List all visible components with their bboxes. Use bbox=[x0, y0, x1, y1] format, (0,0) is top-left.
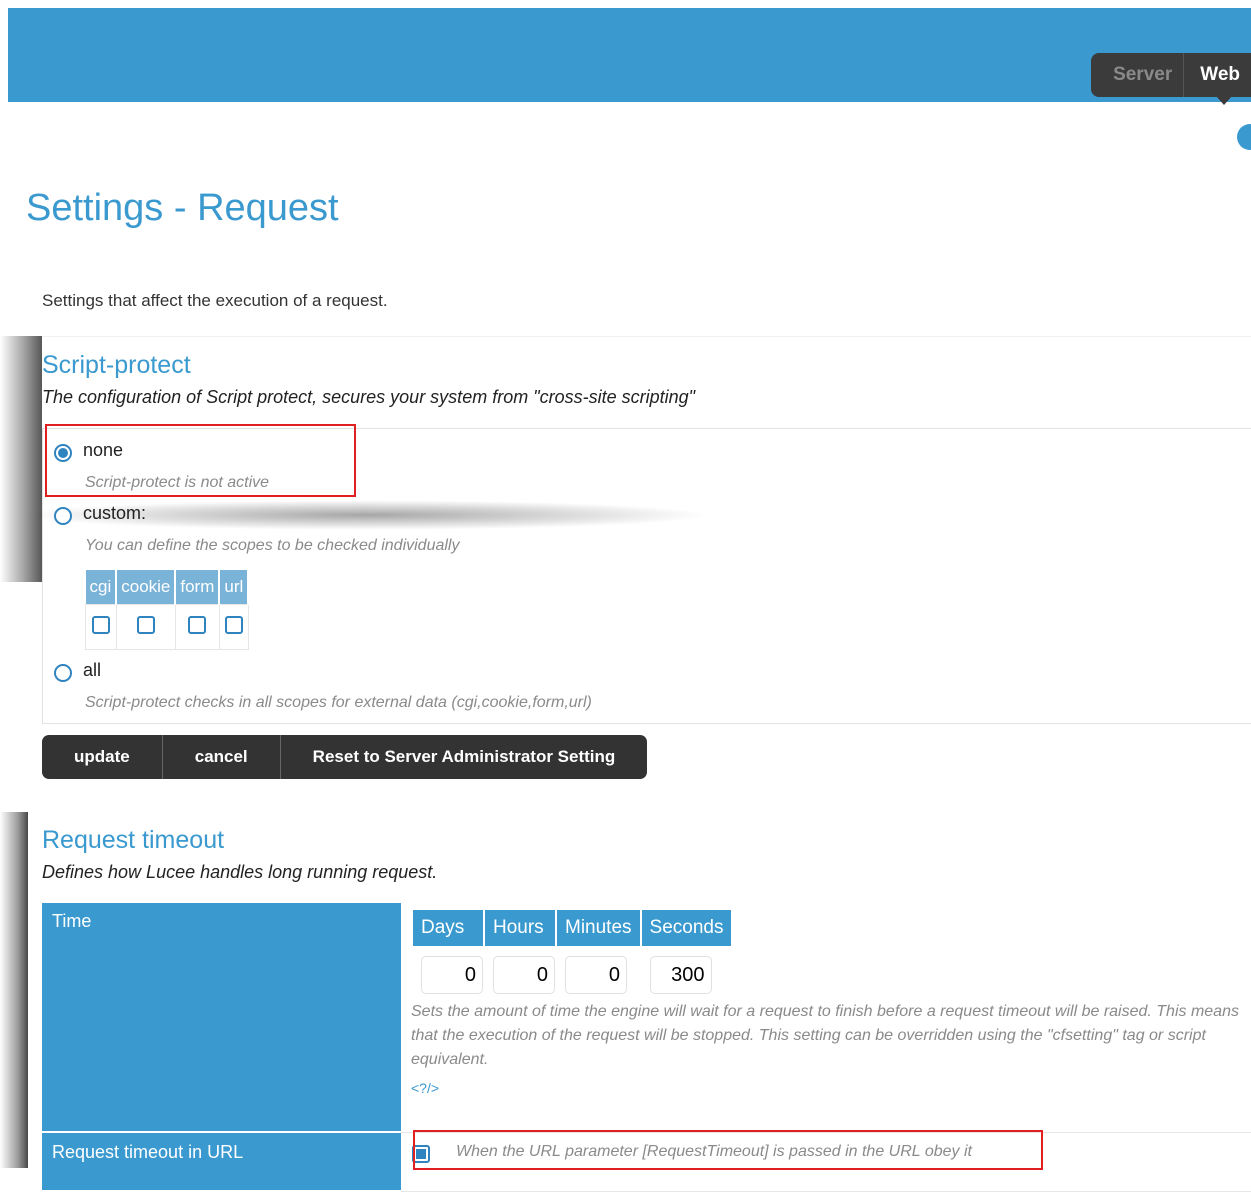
radio-custom[interactable] bbox=[54, 507, 72, 525]
scope-header-cgi: cgi bbox=[85, 570, 118, 605]
option-all-hint: Script-protect checks in all scopes for … bbox=[85, 694, 592, 711]
days-cell bbox=[413, 946, 483, 994]
update-button[interactable]: update bbox=[42, 735, 163, 779]
url-timeout-label: Request timeout in URL bbox=[42, 1132, 401, 1192]
highlight-box bbox=[413, 1130, 1043, 1170]
scope-form-checkbox[interactable] bbox=[188, 615, 207, 634]
scope-header-url: url bbox=[219, 570, 250, 605]
action-button-bar: update cancel Reset to Server Administra… bbox=[42, 735, 648, 779]
scope-cgi-checkbox[interactable] bbox=[91, 615, 110, 634]
request-timeout-description: Defines how Lucee handles long running r… bbox=[42, 862, 438, 882]
scope-cell bbox=[85, 604, 117, 650]
col-hours: Hours bbox=[485, 910, 555, 946]
reset-button[interactable]: Reset to Server Administrator Setting bbox=[281, 735, 648, 779]
help-icon[interactable] bbox=[1237, 124, 1251, 150]
days-input[interactable] bbox=[421, 956, 483, 994]
highlight-box bbox=[45, 424, 356, 497]
radio-all[interactable] bbox=[54, 664, 72, 682]
scope-cell bbox=[218, 604, 249, 650]
time-input-table: Days Hours Minutes Seconds bbox=[411, 910, 733, 994]
time-label: Time bbox=[42, 903, 401, 1133]
col-minutes: Minutes bbox=[557, 910, 640, 946]
seconds-cell bbox=[642, 946, 732, 994]
col-days: Days bbox=[413, 910, 483, 946]
section-shadow bbox=[0, 336, 42, 582]
minutes-cell bbox=[557, 946, 640, 994]
hours-input[interactable] bbox=[493, 956, 555, 994]
scope-url-checkbox[interactable] bbox=[224, 615, 243, 634]
scope-header-cookie: cookie bbox=[116, 570, 177, 605]
minutes-input[interactable] bbox=[565, 956, 627, 994]
scope-table: cgi cookie form url bbox=[85, 570, 250, 650]
scope-header-form: form bbox=[175, 570, 221, 605]
tab-server[interactable]: Server bbox=[1091, 53, 1183, 97]
doc-link[interactable]: <?/> bbox=[411, 1080, 1241, 1096]
option-custom-label: custom: bbox=[83, 503, 147, 523]
scope-cookie-checkbox[interactable] bbox=[136, 615, 155, 634]
option-all-label: all bbox=[83, 660, 102, 680]
option-custom-hint: You can define the scopes to be checked … bbox=[85, 537, 460, 554]
script-protect-description: The configuration of Script protect, sec… bbox=[42, 387, 696, 407]
page-title: Settings - Request bbox=[26, 187, 339, 229]
time-cell: Days Hours Minutes Seconds Sets the amou… bbox=[401, 903, 1251, 1133]
col-seconds: Seconds bbox=[641, 910, 732, 946]
top-header-bar bbox=[8, 8, 1251, 102]
request-timeout-title: Request timeout bbox=[42, 826, 225, 854]
mode-tabs: Server Web bbox=[1091, 53, 1251, 105]
scope-cell bbox=[115, 604, 176, 650]
page-intro: Settings that affect the execution of a … bbox=[42, 291, 388, 310]
time-hint: Sets the amount of time the engine will … bbox=[411, 1003, 1239, 1068]
section-shadow bbox=[0, 812, 28, 1168]
hours-cell bbox=[485, 946, 555, 994]
tab-web[interactable]: Web bbox=[1183, 53, 1251, 105]
script-protect-title: Script-protect bbox=[42, 351, 191, 379]
seconds-input[interactable] bbox=[649, 956, 712, 994]
cancel-button[interactable]: cancel bbox=[163, 735, 281, 779]
scope-cell bbox=[174, 604, 220, 650]
